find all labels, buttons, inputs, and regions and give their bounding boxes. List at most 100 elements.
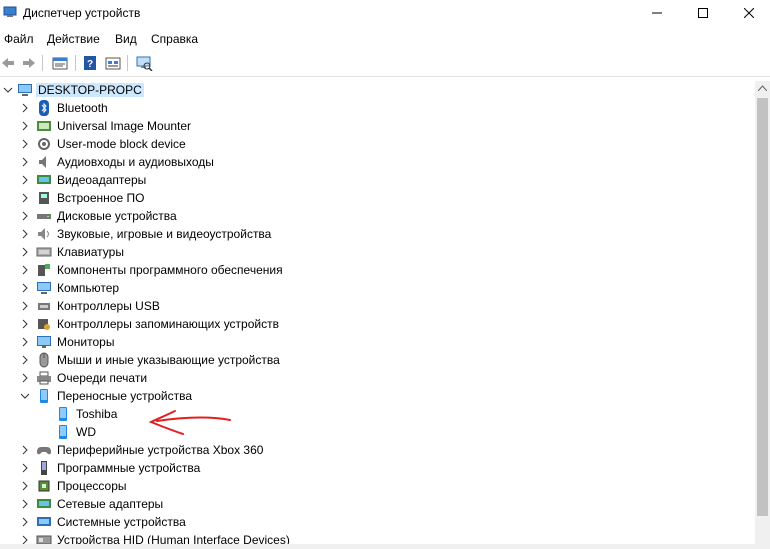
expand-chevron-icon[interactable] [20,157,30,167]
toolbar-separator [42,55,43,71]
toolbar: ? [0,50,770,77]
expand-chevron-icon[interactable] [20,229,30,239]
tree-category[interactable]: Процессоры [0,477,755,495]
block-device-icon [36,136,52,152]
show-hidden-icon [105,57,121,70]
tree-category[interactable]: Переносные устройства [0,387,755,405]
close-button[interactable] [726,0,770,26]
tree-category[interactable]: Сетевые адаптеры [0,495,755,513]
help-button[interactable]: ? [80,53,100,73]
back-arrow-icon [2,58,14,68]
expand-chevron-icon[interactable] [20,373,30,383]
tree-device[interactable]: WD [0,423,755,441]
speaker-icon [36,154,52,170]
tree-category[interactable]: Звуковые, игровые и видеоустройства [0,225,755,243]
tree-category[interactable]: Встроенное ПО [0,189,755,207]
menu-file[interactable]: Файл [4,32,34,46]
tree-device[interactable]: Toshiba [0,405,755,423]
expand-chevron-icon[interactable] [20,103,30,113]
expand-chevron-icon[interactable] [20,463,30,473]
scroll-thumb[interactable] [757,98,768,516]
properties-button[interactable] [50,53,70,73]
expand-chevron-icon[interactable] [20,265,30,275]
scan-hardware-button[interactable] [134,53,154,73]
tree-item-label: User-mode block device [57,137,186,151]
expand-chevron-icon[interactable] [20,445,30,455]
expand-chevron-icon[interactable] [20,175,30,185]
tree-item-label: Toshiba [76,407,118,421]
device-tree: DESKTOP-PROPC Bluetooth Universal Image Mo… [0,81,755,549]
expand-chevron-icon[interactable] [20,355,30,365]
tree-category[interactable]: Компоненты программного обеспечения [0,261,755,279]
vertical-scrollbar[interactable] [755,81,770,549]
menu-help[interactable]: Справка [151,32,198,46]
tree-item-label: Программные устройства [57,461,201,475]
tree-item-label: Процессоры [57,479,127,493]
tree-category[interactable]: Мониторы [0,333,755,351]
forward-button[interactable] [19,53,39,73]
tree-item-label: Сетевые адаптеры [57,497,164,511]
expand-chevron-icon[interactable] [20,139,30,149]
tree-category[interactable]: Мыши и иные указывающие устройства [0,351,755,369]
tree-item-label: Мониторы [57,335,115,349]
scroll-up-icon[interactable] [758,85,767,91]
tree-category[interactable]: Контроллеры запоминающих устройств [0,315,755,333]
tree-category[interactable]: Bluetooth [0,99,755,117]
mouse-icon [36,352,52,368]
expand-chevron-icon[interactable] [20,499,30,509]
tree-category[interactable]: Системные устройства [0,513,755,531]
tree-category[interactable]: Программные устройства [0,459,755,477]
menu-action[interactable]: Действие [47,32,100,46]
sound-icon [36,226,52,242]
tree-category[interactable]: Очереди печати [0,369,755,387]
menu-view[interactable]: Вид [115,32,137,46]
tree-item-label: Клавиатуры [57,245,124,259]
tree-item-label: Контроллеры USB [57,299,160,313]
expand-chevron-icon[interactable] [20,481,30,491]
expand-chevron-icon[interactable] [20,211,30,221]
tree-category[interactable]: Дисковые устройства [0,207,755,225]
tree-item-label: Звуковые, игровые и видеоустройства [57,227,272,241]
expand-chevron-icon[interactable] [20,517,30,527]
tree-root[interactable]: DESKTOP-PROPC [0,81,755,99]
computer-root-icon [17,82,33,98]
title-bar: Диспетчер устройств [0,0,770,26]
tree-category[interactable]: User-mode block device [0,135,755,153]
maximize-icon [698,8,708,18]
red-arrow-annotation [148,410,231,435]
tree-item-label: Дисковые устройства [57,209,177,223]
toolbar-separator [75,55,76,71]
tree-category[interactable]: Контроллеры USB [0,297,755,315]
tree-item-label: Компоненты программного обеспечения [57,263,283,277]
window-title: Диспетчер устройств [23,6,141,20]
tree-category[interactable]: Universal Image Mounter [0,117,755,135]
tree-category[interactable]: Клавиатуры [0,243,755,261]
minimize-button[interactable] [634,0,680,26]
xbox-peripheral-icon [36,442,52,458]
tree-category[interactable]: Аудиовходы и аудиовыходы [0,153,755,171]
tree-item-label: WD [76,425,96,439]
collapse-chevron-icon[interactable] [3,85,13,95]
network-adapter-icon [36,496,52,512]
expand-chevron-icon[interactable] [20,319,30,329]
tree-category[interactable]: Видеоадаптеры [0,171,755,189]
back-button[interactable] [0,53,18,73]
storage-controller-icon [36,316,52,332]
tree-item-label: Встроенное ПО [57,191,145,205]
keyboard-icon [36,244,52,260]
expand-chevron-icon[interactable] [20,193,30,203]
disk-drive-icon [36,208,52,224]
expand-chevron-icon[interactable] [20,121,30,131]
expand-chevron-icon[interactable] [20,337,30,347]
maximize-button[interactable] [680,0,726,26]
expand-chevron-icon[interactable] [20,301,30,311]
tree-category[interactable]: Компьютер [0,279,755,297]
expand-chevron-icon[interactable] [20,283,30,293]
tree-category[interactable]: Периферийные устройства Xbox 360 [0,441,755,459]
show-hidden-button[interactable] [103,53,123,73]
expand-chevron-icon[interactable] [20,247,30,257]
horizontal-scrollbar[interactable] [0,544,755,549]
collapse-chevron-icon[interactable] [20,391,30,401]
display-adapter-icon [36,172,52,188]
usb-icon [36,298,52,314]
